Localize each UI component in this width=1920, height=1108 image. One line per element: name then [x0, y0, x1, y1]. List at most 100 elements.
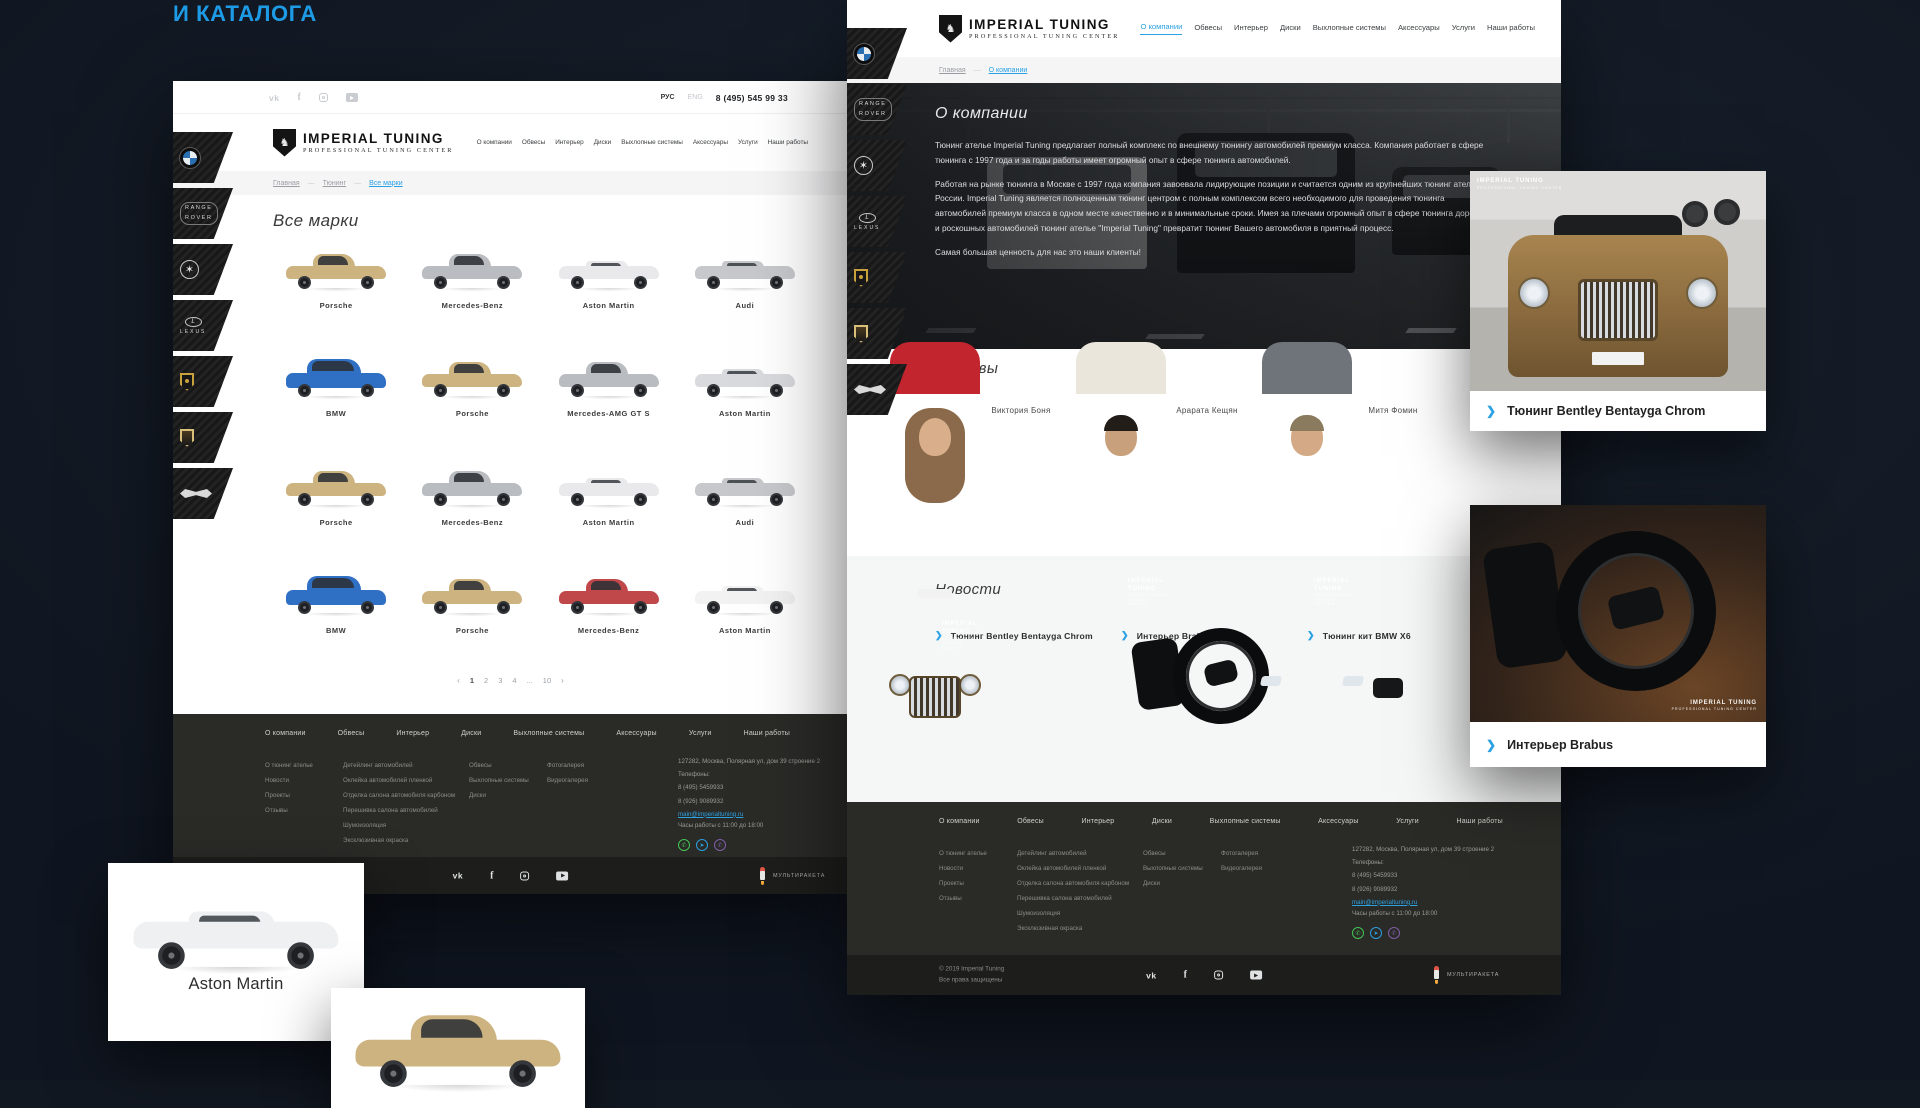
- brabus-news-card[interactable]: IMPERIAL TUNINGPROFESSIONAL TUNING CENTE…: [1470, 505, 1766, 767]
- review-card[interactable]: Виктория Боня: [935, 394, 1107, 415]
- whatsapp-icon[interactable]: ✆: [678, 839, 690, 851]
- brand-tile-aston-martin[interactable]: [847, 364, 907, 415]
- footer-link[interactable]: О тюнинг ателье: [265, 762, 313, 769]
- nav-item[interactable]: О компании: [477, 139, 512, 146]
- breadcrumb-link[interactable]: Тюнинг: [300, 180, 346, 187]
- brand-tile-lamborghini[interactable]: [173, 356, 233, 407]
- logo[interactable]: ♞ IMPERIAL TUNING PROFESSIONAL TUNING CE…: [939, 15, 1120, 43]
- nav-item[interactable]: Наши работы: [1487, 23, 1535, 35]
- whatsapp-icon[interactable]: ✆: [1352, 927, 1364, 939]
- facebook-icon[interactable]: [297, 92, 300, 103]
- lang-switch-ru[interactable]: РУС: [661, 94, 675, 101]
- footer-link[interactable]: Видеогалерея: [1221, 865, 1262, 872]
- review-card[interactable]: Арарата Кещян: [1121, 394, 1293, 415]
- vk-icon[interactable]: [269, 93, 279, 103]
- footer-column-header[interactable]: Услуги: [689, 730, 712, 737]
- news-card[interactable]: IMPERIAL TUNINGPROFESSIONAL TUNING CENTE…: [935, 614, 1107, 641]
- nav-item[interactable]: Интерьер: [555, 139, 584, 146]
- footer-column-header[interactable]: Выхлопные системы: [1210, 818, 1281, 825]
- youtube-icon[interactable]: [346, 93, 358, 102]
- footer-link[interactable]: Фотогалерея: [547, 762, 588, 769]
- car-card[interactable]: Mercedes-Benz: [546, 572, 672, 636]
- footer-column-header[interactable]: О компании: [939, 818, 980, 825]
- nav-item[interactable]: Аксессуары: [693, 139, 728, 146]
- footer-link[interactable]: Выхлопные системы: [1143, 865, 1203, 872]
- footer-link[interactable]: Отзывы: [265, 807, 313, 814]
- brand-tile-porsche[interactable]: [847, 308, 907, 359]
- nav-item[interactable]: Обвесы: [522, 139, 545, 146]
- car-card[interactable]: Mercedes-Benz: [409, 464, 535, 528]
- instagram-icon[interactable]: [1214, 971, 1223, 980]
- vk-icon[interactable]: [453, 871, 463, 881]
- car-card[interactable]: Porsche: [273, 464, 399, 528]
- footer-column-header[interactable]: Выхлопные системы: [513, 730, 584, 737]
- footer-link[interactable]: Перешивка салона автомобилей: [343, 807, 503, 814]
- car-card[interactable]: Audi: [682, 464, 808, 528]
- footer-column-header[interactable]: Интерьер: [1081, 818, 1114, 825]
- footer-link[interactable]: О тюнинг ателье: [939, 850, 987, 857]
- car-card[interactable]: Aston Martin: [682, 572, 808, 636]
- car-card[interactable]: Aston Martin: [682, 355, 808, 419]
- studio-credit[interactable]: МУЛЬТИРАКЕТА: [1432, 966, 1499, 984]
- footer-column-header[interactable]: Услуги: [1396, 818, 1419, 825]
- youtube-icon[interactable]: [556, 871, 568, 880]
- footer-link[interactable]: Видеогалерея: [547, 777, 588, 784]
- viber-icon[interactable]: ✆: [1388, 927, 1400, 939]
- nav-item[interactable]: Выхлопные системы: [1313, 23, 1386, 35]
- footer-column-header[interactable]: Диски: [461, 730, 481, 737]
- brand-tile-lexus[interactable]: LLEXUS: [173, 300, 233, 351]
- car-card[interactable]: Mercedes-AMG GT S: [546, 355, 672, 419]
- footer-link[interactable]: Обвесы: [1143, 850, 1203, 857]
- nav-item[interactable]: Аксессуары: [1398, 23, 1440, 35]
- footer-link[interactable]: Шумоизоляция: [1017, 910, 1177, 917]
- footer-column-header[interactable]: Аксессуары: [616, 730, 656, 737]
- footer-phone-1[interactable]: 8 (495) 5459933: [678, 784, 830, 793]
- footer-phone-1[interactable]: 8 (495) 5459933: [1352, 872, 1504, 881]
- footer-link[interactable]: Эксклюзивная окраска: [1017, 925, 1177, 932]
- telegram-icon[interactable]: ➤: [696, 839, 708, 851]
- news-card[interactable]: IMPERIAL TUNINGPROFESSIONAL TUNING CENTE…: [1307, 614, 1479, 641]
- pagination-page[interactable]: 4: [512, 676, 516, 685]
- nav-item[interactable]: О компании: [1140, 22, 1182, 35]
- footer-link[interactable]: Фотогалерея: [1221, 850, 1262, 857]
- phone-number[interactable]: 8 (495) 545 99 33: [716, 93, 788, 103]
- footer-link[interactable]: Проекты: [939, 880, 987, 887]
- car-card[interactable]: Mercedes-Benz: [409, 247, 535, 311]
- pagination-next[interactable]: ›: [561, 676, 564, 685]
- pagination-page[interactable]: ...: [527, 676, 533, 685]
- nav-item[interactable]: Выхлопные системы: [621, 139, 683, 146]
- nav-item[interactable]: Услуги: [1452, 23, 1475, 35]
- footer-link[interactable]: Выхлопные системы: [469, 777, 529, 784]
- footer-link[interactable]: Шумоизоляция: [343, 822, 503, 829]
- nav-item[interactable]: Услуги: [738, 139, 758, 146]
- footer-link[interactable]: Новости: [265, 777, 313, 784]
- car-card[interactable]: BMW: [273, 572, 399, 636]
- car-card[interactable]: Porsche: [409, 572, 535, 636]
- car-card[interactable]: Aston Martin: [546, 464, 672, 528]
- car-card[interactable]: BMW: [273, 355, 399, 419]
- footer-link[interactable]: Отзывы: [939, 895, 987, 902]
- aston-martin-card[interactable]: Aston Martin: [108, 863, 364, 1041]
- nav-item[interactable]: Наши работы: [768, 139, 808, 146]
- brand-tile-bmw[interactable]: [847, 28, 907, 79]
- footer-link[interactable]: Перешивка салона автомобилей: [1017, 895, 1177, 902]
- pagination-page[interactable]: 3: [498, 676, 502, 685]
- brand-tile-range-rover[interactable]: RANGEROVER: [847, 84, 907, 135]
- brand-tile-lamborghini[interactable]: [847, 252, 907, 303]
- brand-tile-mercedes[interactable]: ✶: [173, 244, 233, 295]
- instagram-icon[interactable]: [520, 871, 529, 880]
- pagination-page[interactable]: 2: [484, 676, 488, 685]
- car-card[interactable]: Porsche: [273, 247, 399, 311]
- breadcrumb-link[interactable]: Главная: [939, 67, 966, 74]
- footer-link[interactable]: Диски: [469, 792, 529, 799]
- footer-link[interactable]: Эксклюзивная окраска: [343, 837, 503, 844]
- footer-column-header[interactable]: О компании: [265, 730, 306, 737]
- brand-tile-porsche[interactable]: [173, 412, 233, 463]
- logo[interactable]: ♞ IMPERIAL TUNING PROFESSIONAL TUNING CE…: [273, 129, 454, 157]
- breadcrumb-link[interactable]: О компании: [966, 67, 1028, 74]
- youtube-icon[interactable]: [1250, 971, 1262, 980]
- facebook-icon[interactable]: [1184, 970, 1187, 981]
- footer-column-header[interactable]: Наши работы: [744, 730, 790, 737]
- car-card[interactable]: Aston Martin: [546, 247, 672, 311]
- brand-tile-range-rover[interactable]: RANGEROVER: [173, 188, 233, 239]
